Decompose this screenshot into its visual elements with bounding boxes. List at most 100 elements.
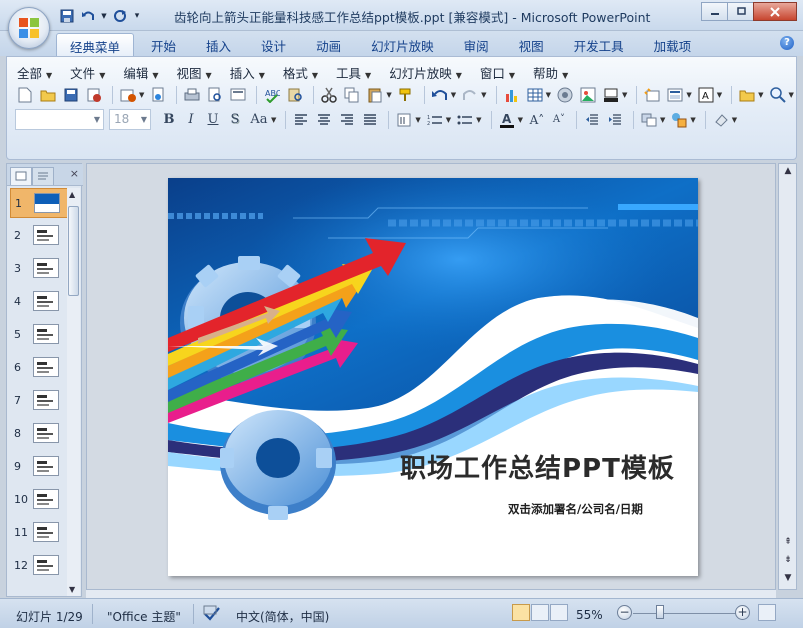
shapes-icon[interactable] bbox=[669, 110, 689, 130]
menu-item[interactable]: 窗口 ▼ bbox=[480, 63, 515, 82]
bullets-dropdown-icon[interactable]: ▼ bbox=[476, 116, 481, 124]
folder-dropdown-icon[interactable]: ▼ bbox=[758, 91, 763, 99]
color-grayscale-icon[interactable] bbox=[555, 85, 575, 105]
fill-color-dropdown-icon[interactable]: ▼ bbox=[622, 91, 627, 99]
open-folder-icon[interactable] bbox=[737, 85, 757, 105]
new-document-icon[interactable] bbox=[15, 85, 35, 105]
zoom-slider-track[interactable] bbox=[633, 613, 737, 614]
slide-sorter-button[interactable] bbox=[531, 604, 549, 621]
ribbon-tab[interactable]: 加载项 bbox=[641, 33, 705, 56]
change-case-dropdown-icon[interactable]: ▼ bbox=[271, 116, 276, 124]
font-name-dropdown-icon[interactable]: ▼ bbox=[94, 115, 100, 124]
menu-item[interactable]: 文件 ▼ bbox=[70, 63, 105, 82]
menu-item[interactable]: 视图 ▼ bbox=[177, 63, 212, 82]
spelling-icon[interactable]: ABC bbox=[262, 85, 282, 105]
menu-item[interactable]: 插入 ▼ bbox=[230, 63, 265, 82]
insert-chart-icon[interactable] bbox=[502, 85, 522, 105]
insert-table-icon[interactable] bbox=[525, 85, 545, 105]
email-dropdown-icon[interactable]: ▼ bbox=[139, 91, 144, 99]
underline-icon[interactable]: U bbox=[203, 112, 223, 127]
scroll-up-icon[interactable]: ▲ bbox=[781, 166, 795, 180]
bold-icon[interactable]: B bbox=[159, 112, 179, 127]
text-direction-dropdown-icon[interactable]: ▼ bbox=[415, 116, 420, 124]
save-icon[interactable] bbox=[61, 85, 81, 105]
next-slide-icon[interactable]: ⇟ bbox=[781, 555, 795, 569]
slide-thumbnail[interactable]: 10 bbox=[10, 485, 68, 515]
close-button[interactable] bbox=[753, 2, 797, 21]
undo-dropdown-icon[interactable]: ▼ bbox=[451, 91, 456, 99]
align-left-icon[interactable] bbox=[291, 110, 311, 130]
zoom-slider-thumb[interactable] bbox=[656, 605, 664, 619]
restore-button[interactable] bbox=[727, 2, 754, 21]
font-size-combo[interactable]: 18 ▼ bbox=[109, 109, 151, 130]
ribbon-tab[interactable]: 开发工具 bbox=[561, 33, 637, 56]
menu-item[interactable]: 帮助 ▼ bbox=[533, 63, 568, 82]
fill-color-icon[interactable] bbox=[601, 85, 621, 105]
italic-icon[interactable]: I bbox=[181, 112, 201, 127]
slides-tab[interactable] bbox=[10, 167, 32, 185]
shrink-font-icon[interactable]: A˅ bbox=[549, 114, 569, 125]
bullets-icon[interactable] bbox=[455, 110, 475, 130]
email-attachment-icon[interactable] bbox=[118, 85, 138, 105]
ribbon-tab[interactable]: 审阅 bbox=[451, 33, 502, 56]
slide-thumbnail[interactable]: 3 bbox=[10, 254, 68, 284]
table-dropdown-icon[interactable]: ▼ bbox=[546, 91, 551, 99]
text-box-dropdown-icon[interactable]: ▼ bbox=[717, 91, 722, 99]
slide-thumbnail[interactable]: 6 bbox=[10, 353, 68, 383]
undo-icon[interactable] bbox=[430, 85, 450, 105]
thumbnail-scrollbar[interactable]: ▲ ▼ bbox=[67, 188, 80, 596]
align-right-icon[interactable] bbox=[337, 110, 357, 130]
slide-thumbnail[interactable]: 9 bbox=[10, 452, 68, 482]
slide-thumbnail[interactable]: 8 bbox=[10, 419, 68, 449]
close-panel-icon[interactable]: × bbox=[70, 167, 79, 180]
zoom-level[interactable]: 55% bbox=[576, 608, 603, 622]
print-preview-icon[interactable] bbox=[205, 85, 225, 105]
outline-tab[interactable] bbox=[32, 167, 54, 185]
theme-name[interactable]: "Office 主题" bbox=[107, 608, 181, 625]
slide-thumbnail[interactable]: 4 bbox=[10, 287, 68, 317]
scroll-up-icon[interactable]: ▲ bbox=[69, 190, 75, 199]
menu-item[interactable]: 幻灯片放映 ▼ bbox=[389, 63, 462, 82]
scroll-down-icon[interactable]: ▼ bbox=[781, 573, 795, 587]
layout-dropdown-icon[interactable]: ▼ bbox=[686, 91, 691, 99]
permission-icon[interactable] bbox=[84, 85, 104, 105]
font-size-dropdown-icon[interactable]: ▼ bbox=[141, 115, 147, 124]
normal-view-button[interactable] bbox=[512, 604, 530, 621]
text-box-icon[interactable]: A bbox=[696, 85, 716, 105]
text-direction-icon[interactable] bbox=[394, 110, 414, 130]
change-case-icon[interactable]: Aa bbox=[247, 112, 271, 127]
slide-thumbnail[interactable]: 11 bbox=[10, 518, 68, 548]
editing-horizontal-scrollbar[interactable] bbox=[86, 590, 776, 598]
office-button[interactable] bbox=[8, 7, 50, 49]
ribbon-tab[interactable]: 插入 bbox=[193, 33, 244, 56]
slide-view-icon[interactable] bbox=[228, 85, 248, 105]
print-icon[interactable] bbox=[182, 85, 202, 105]
menu-item[interactable]: 格式 ▼ bbox=[283, 63, 318, 82]
font-color-dropdown-icon[interactable]: ▼ bbox=[518, 116, 523, 124]
paste-icon[interactable] bbox=[365, 85, 385, 105]
slide-thumbnail[interactable]: 5 bbox=[10, 320, 68, 350]
zoom-in-button[interactable]: + bbox=[735, 605, 750, 620]
align-center-icon[interactable] bbox=[314, 110, 334, 130]
format-painter-icon[interactable] bbox=[396, 85, 416, 105]
shape-fill-icon[interactable] bbox=[711, 110, 731, 130]
copy-icon[interactable] bbox=[342, 85, 362, 105]
editing-vertical-scrollbar[interactable]: ▲ ⇞ ⇟ ▼ bbox=[778, 163, 797, 590]
arrange-icon[interactable] bbox=[639, 110, 659, 130]
redo-icon[interactable] bbox=[111, 7, 129, 24]
menu-item[interactable]: 工具 ▼ bbox=[336, 63, 371, 82]
ribbon-tab[interactable]: 动画 bbox=[303, 33, 354, 56]
previous-slide-icon[interactable]: ⇞ bbox=[781, 537, 795, 551]
research-icon[interactable] bbox=[285, 85, 305, 105]
decrease-indent-icon[interactable] bbox=[582, 110, 602, 130]
slide-thumbnail[interactable]: 7 bbox=[10, 386, 68, 416]
menu-item[interactable]: 编辑 ▼ bbox=[123, 63, 158, 82]
customize-qat-icon[interactable]: ▾ bbox=[132, 7, 142, 24]
undo-icon[interactable] bbox=[79, 7, 97, 24]
slide-subtitle[interactable]: 双击添加署名/公司名/日期 bbox=[508, 501, 643, 517]
increase-indent-icon[interactable] bbox=[605, 110, 625, 130]
help-icon[interactable]: ? bbox=[780, 36, 794, 50]
zoom-out-button[interactable]: − bbox=[617, 605, 632, 620]
justify-icon[interactable] bbox=[360, 110, 380, 130]
publish-icon[interactable] bbox=[148, 85, 168, 105]
